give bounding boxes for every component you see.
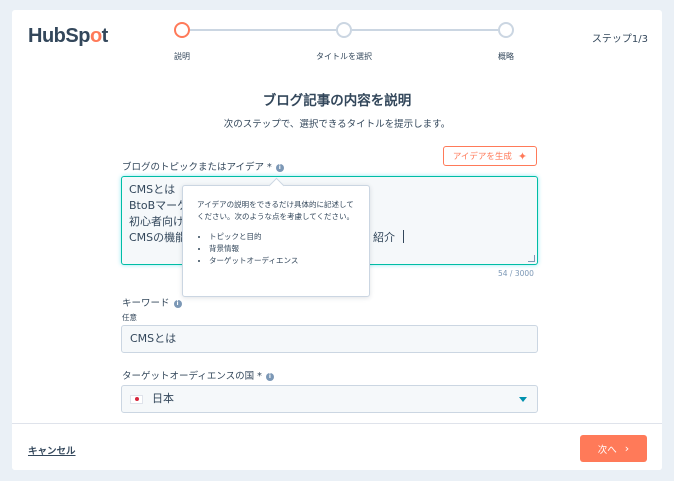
- step-3-label: 概略: [498, 52, 514, 61]
- keyword-label: キーワード i: [122, 295, 182, 309]
- hubspot-logo: HubSpot: [28, 25, 108, 47]
- text-cursor: [403, 230, 404, 243]
- footer-bar: キャンセル 次へ ›: [12, 423, 662, 470]
- step-2-label: タイトルを選択: [316, 52, 372, 61]
- page-title: ブログ記事の内容を説明: [262, 93, 412, 109]
- info-icon[interactable]: i: [173, 299, 182, 308]
- generate-idea-button[interactable]: アイデアを生成 ✦: [443, 146, 537, 166]
- stepper-line: [352, 29, 498, 31]
- cancel-button[interactable]: キャンセル: [28, 443, 76, 457]
- progress-stepper: 説明 タイトルを選択 概略: [174, 20, 514, 61]
- info-icon[interactable]: i: [275, 163, 284, 172]
- page-subtitle: 次のステップで、選択できるタイトルを提示します。: [223, 119, 451, 130]
- topic-tooltip: アイデアの説明をできるだけ具体的に記述してください。次のような点を考慮してくださ…: [182, 185, 370, 297]
- country-select[interactable]: 日本: [121, 385, 538, 413]
- japan-flag-icon: [130, 394, 143, 404]
- tooltip-list: トピックと目的 背景情報 ターゲットオーディエンス: [197, 231, 355, 267]
- wizard-card: HubSpot 説明 タイトルを選択 概略 ステップ1/3 ブログ記事の内容を説…: [12, 10, 662, 470]
- stepper-line: [190, 29, 336, 31]
- chevron-right-icon: ›: [624, 442, 630, 455]
- step-1-label: 説明: [174, 52, 190, 61]
- chevron-down-icon: [519, 397, 527, 402]
- tooltip-bullet: トピックと目的: [209, 231, 355, 243]
- tooltip-intro: アイデアの説明をできるだけ具体的に記述してください。次のような点を考慮してくださ…: [197, 200, 355, 221]
- next-button[interactable]: 次へ ›: [580, 435, 647, 462]
- country-value: 日本: [152, 392, 174, 405]
- char-counter: 54 / 3000: [498, 269, 534, 278]
- keyword-optional: 任意: [122, 313, 137, 322]
- step-2-dot: [336, 22, 352, 38]
- sparkle-icon: ✦: [517, 149, 528, 163]
- info-icon[interactable]: i: [265, 372, 274, 381]
- keyword-input[interactable]: CMSとは: [121, 325, 538, 353]
- tooltip-bullet: 背景情報: [209, 243, 355, 255]
- next-label: 次へ: [597, 444, 617, 456]
- generate-idea-label: アイデアを生成: [452, 152, 512, 162]
- country-label: ターゲットオーディエンスの国 * i: [122, 368, 274, 382]
- topic-label: ブログのトピックまたはアイデア * i: [122, 159, 284, 173]
- resize-handle[interactable]: [528, 255, 535, 262]
- step-count: ステップ1/3: [591, 34, 648, 45]
- step-1-dot: [174, 22, 190, 38]
- tooltip-bullet: ターゲットオーディエンス: [209, 255, 355, 267]
- step-3-dot: [498, 22, 514, 38]
